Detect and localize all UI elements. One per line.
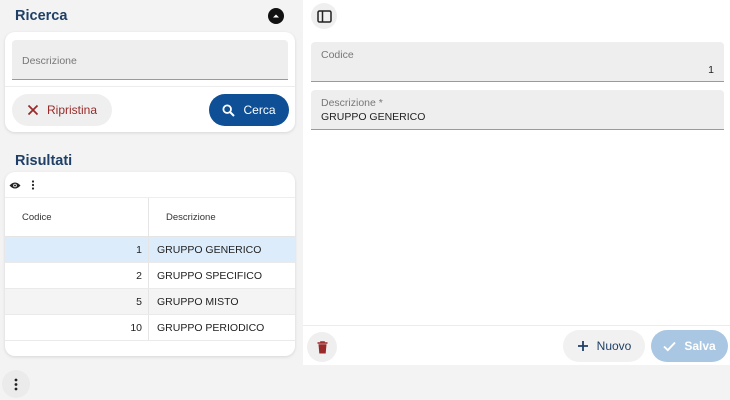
table-row[interactable]: 5 GRUPPO MISTO	[5, 289, 295, 315]
cell-descrizione: GRUPPO PERIODICO	[157, 321, 265, 334]
divider	[5, 86, 295, 87]
delete-button[interactable]	[307, 332, 337, 362]
descrizione-value: GRUPPO GENERICO	[321, 111, 426, 123]
codice-value: 1	[708, 64, 714, 76]
new-button[interactable]: Nuovo	[563, 330, 645, 362]
close-icon	[27, 104, 39, 116]
grid-header: Codice Descrizione	[5, 197, 295, 237]
plus-icon	[577, 340, 589, 352]
cell-descrizione: GRUPPO MISTO	[157, 295, 239, 308]
table-row[interactable]: 10 GRUPPO PERIODICO	[5, 315, 295, 341]
column-header-descrizione[interactable]: Descrizione	[149, 198, 295, 236]
collapse-search-button[interactable]	[268, 8, 284, 24]
sidebar-panel-icon	[316, 9, 332, 23]
results-card: Codice Descrizione 1 GRUPPO GENERICO 2 G…	[5, 172, 295, 356]
search-panel: Ricerca Descrizione Ripristina Cerca Ris…	[0, 0, 302, 360]
eye-icon[interactable]	[9, 181, 21, 190]
cell-descrizione: GRUPPO SPECIFICO	[157, 269, 263, 282]
detail-action-bar: Nuovo Salva	[303, 325, 730, 365]
reset-button[interactable]: Ripristina	[12, 94, 112, 126]
check-icon	[663, 341, 677, 352]
codice-field[interactable]: Codice 1	[311, 42, 724, 82]
more-vertical-icon	[14, 378, 18, 390]
cell-descrizione: GRUPPO GENERICO	[157, 243, 262, 256]
table-row[interactable]: 2 GRUPPO SPECIFICO	[5, 263, 295, 289]
cell-codice: 10	[5, 315, 149, 340]
descrizione-label: Descrizione *	[321, 97, 383, 109]
cell-codice: 2	[5, 263, 149, 288]
search-button-label: Cerca	[243, 103, 276, 117]
more-vertical-icon[interactable]	[31, 180, 35, 190]
description-search-input[interactable]: Descrizione	[12, 40, 288, 80]
description-search-label: Descrizione	[22, 55, 77, 67]
more-options-button[interactable]	[2, 370, 30, 398]
chevron-up-icon	[273, 14, 279, 18]
reset-button-label: Ripristina	[46, 103, 97, 117]
new-button-label: Nuovo	[596, 339, 632, 353]
search-icon	[222, 103, 236, 117]
search-title: Ricerca	[15, 8, 68, 24]
column-header-codice[interactable]: Codice	[5, 198, 149, 236]
trash-icon	[317, 340, 327, 353]
results-grid: Codice Descrizione 1 GRUPPO GENERICO 2 G…	[5, 197, 295, 341]
cell-codice: 5	[5, 289, 149, 314]
cell-codice: 1	[5, 237, 149, 262]
codice-label: Codice	[321, 49, 354, 61]
save-button-label: Salva	[684, 339, 716, 353]
save-button[interactable]: Salva	[651, 330, 728, 362]
detail-panel: Codice 1 Descrizione * GRUPPO GENERICO N…	[303, 0, 730, 365]
search-card: Descrizione Ripristina Cerca	[5, 32, 295, 132]
results-toolbar	[9, 180, 35, 190]
table-row[interactable]: 1 GRUPPO GENERICO	[5, 237, 295, 263]
search-button[interactable]: Cerca	[209, 94, 289, 126]
descrizione-field[interactable]: Descrizione * GRUPPO GENERICO	[311, 90, 724, 130]
toggle-sidebar-button[interactable]	[311, 3, 337, 29]
results-title: Risultati	[15, 153, 73, 169]
